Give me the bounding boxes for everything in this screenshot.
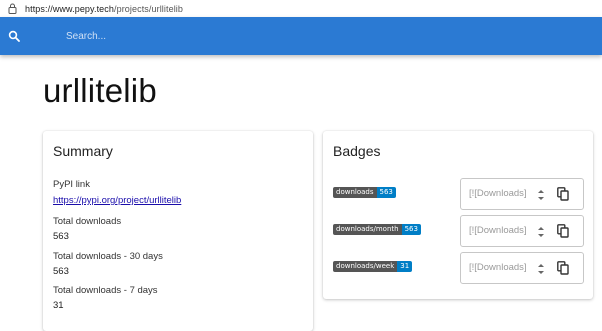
badge-downloads: downloads 563	[333, 187, 396, 198]
summary-card: Summary PyPI link https://pypi.org/proje…	[43, 131, 313, 331]
lock-icon	[8, 3, 17, 14]
pypi-link[interactable]: https://pypi.org/project/urllitelib	[53, 195, 181, 206]
badges-card: Badges downloads 563 [![Downloads] downlo…	[323, 131, 593, 299]
url-path: /projects/urllitelib	[113, 3, 184, 14]
badge-label: downloads/month	[333, 224, 402, 235]
app-header	[0, 17, 602, 55]
pypi-link-label: PyPI link	[53, 179, 90, 190]
search-input[interactable]	[64, 29, 368, 43]
badge-markdown-placeholder: [![Downloads]	[469, 225, 527, 236]
badge-markdown-placeholder: [![Downloads]	[469, 262, 527, 273]
stepper-icon[interactable]	[537, 262, 545, 276]
downloads-30-days-value: 563	[53, 266, 69, 277]
summary-title: Summary	[53, 143, 113, 159]
downloads-30-days-label: Total downloads - 30 days	[53, 251, 163, 262]
copy-icon[interactable]	[557, 224, 569, 238]
stepper-icon[interactable]	[537, 188, 545, 202]
badge-label: downloads	[333, 187, 377, 198]
copy-icon[interactable]	[557, 187, 569, 201]
stepper-icon[interactable]	[537, 225, 545, 239]
badge-markdown-field[interactable]: [![Downloads]	[460, 178, 584, 210]
badge-value: 563	[376, 187, 396, 198]
browser-address-bar[interactable]: https://www.pepy.tech/projects/urlliteli…	[0, 0, 602, 17]
badge-downloads-month: downloads/month 563	[333, 224, 421, 235]
badge-value: 31	[397, 261, 413, 272]
downloads-7-days-value: 31	[53, 300, 64, 311]
page-title: urllitelib	[43, 72, 157, 109]
total-downloads-label: Total downloads	[53, 216, 122, 227]
downloads-7-days-label: Total downloads - 7 days	[53, 285, 158, 296]
badges-title: Badges	[333, 143, 381, 159]
badge-downloads-week: downloads/week 31	[333, 261, 413, 272]
browser-url[interactable]: https://www.pepy.tech/projects/urlliteli…	[25, 4, 183, 14]
search-icon[interactable]	[8, 30, 20, 42]
total-downloads-value: 563	[53, 231, 69, 242]
badge-markdown-field[interactable]: [![Downloads]	[460, 215, 584, 247]
copy-icon[interactable]	[557, 261, 569, 275]
badge-label: downloads/week	[333, 261, 398, 272]
badge-markdown-field[interactable]: [![Downloads]	[460, 252, 584, 284]
badge-markdown-placeholder: [![Downloads]	[469, 188, 527, 199]
badge-value: 563	[401, 224, 421, 235]
url-host: https://www.pepy.tech	[25, 3, 114, 14]
